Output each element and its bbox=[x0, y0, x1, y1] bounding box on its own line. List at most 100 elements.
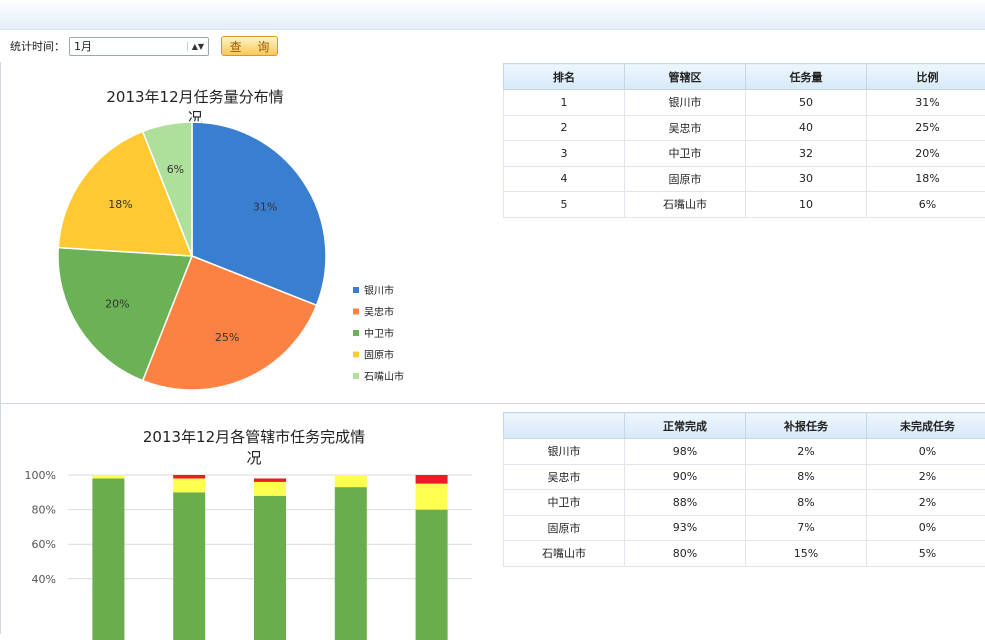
table-cell: 石嘴山市 bbox=[504, 541, 625, 567]
table-row: 3中卫市3220% bbox=[504, 141, 985, 167]
table-cell: 吴忠市 bbox=[625, 115, 746, 141]
column-header: 排名 bbox=[504, 64, 625, 90]
table-row: 银川市98%2%0% bbox=[504, 439, 985, 465]
table-cell: 5 bbox=[504, 192, 625, 218]
column-header bbox=[504, 413, 625, 439]
task-ranking-table: 排名管辖区任务量比例 1银川市5031%2吴忠市4025%3中卫市3220%4固… bbox=[503, 63, 985, 218]
table-cell: 8% bbox=[746, 490, 867, 516]
legend-label: 银川市 bbox=[364, 284, 394, 297]
table-cell: 石嘴山市 bbox=[625, 192, 746, 218]
bar-segment bbox=[254, 482, 286, 496]
table-cell: 8% bbox=[746, 464, 867, 490]
y-tick-label: 40% bbox=[32, 573, 56, 586]
table-row: 5石嘴山市106% bbox=[504, 192, 985, 218]
table-cell: 5% bbox=[867, 541, 985, 567]
table-cell: 80% bbox=[625, 541, 746, 567]
bar-segment bbox=[416, 510, 448, 640]
filter-bar: 统计时间： 1月 ▲▼ 查 询 bbox=[0, 30, 985, 62]
table-cell: 7% bbox=[746, 515, 867, 541]
table-cell: 30 bbox=[746, 166, 867, 192]
column-header: 补报任务 bbox=[746, 413, 867, 439]
bar-segment bbox=[416, 475, 448, 484]
table-header-row: 正常完成补报任务未完成任务 bbox=[504, 413, 985, 439]
legend-label: 中卫市 bbox=[364, 327, 394, 340]
table-row: 中卫市88%8%2% bbox=[504, 490, 985, 516]
table-cell: 中卫市 bbox=[625, 141, 746, 167]
legend-label: 石嘴山市 bbox=[364, 370, 404, 383]
legend-label: 固原市 bbox=[364, 349, 394, 362]
table-cell: 98% bbox=[625, 439, 746, 465]
y-tick-label: 80% bbox=[32, 504, 56, 517]
month-select-value: 1月 bbox=[74, 38, 92, 54]
bar-segment bbox=[92, 475, 124, 478]
table-cell: 18% bbox=[867, 166, 985, 192]
completion-table: 正常完成补报任务未完成任务 银川市98%2%0%吴忠市90%8%2%中卫市88%… bbox=[503, 412, 985, 567]
table-cell: 银川市 bbox=[625, 90, 746, 116]
table-cell: 32 bbox=[746, 141, 867, 167]
column-header: 未完成任务 bbox=[867, 413, 985, 439]
table-cell: 25% bbox=[867, 115, 985, 141]
table-cell: 2% bbox=[867, 464, 985, 490]
table-header-row: 排名管辖区任务量比例 bbox=[504, 64, 985, 90]
stacked-bar-chart: 40%60%80%100%120% bbox=[10, 450, 490, 640]
bar-segment bbox=[173, 492, 205, 640]
bar-segment bbox=[254, 478, 286, 481]
table-cell: 90% bbox=[625, 464, 746, 490]
y-tick-label: 60% bbox=[32, 538, 56, 551]
table-row: 吴忠市90%8%2% bbox=[504, 464, 985, 490]
table-cell: 2% bbox=[746, 439, 867, 465]
table-cell: 中卫市 bbox=[504, 490, 625, 516]
stat-time-label: 统计时间： bbox=[10, 38, 65, 54]
table-cell: 50 bbox=[746, 90, 867, 116]
bar-segment bbox=[173, 478, 205, 492]
table-cell: 40 bbox=[746, 115, 867, 141]
bar-segment bbox=[416, 484, 448, 510]
legend-swatch bbox=[353, 373, 359, 379]
pie-slice-label: 18% bbox=[108, 198, 132, 211]
column-header: 正常完成 bbox=[625, 413, 746, 439]
table-cell: 2 bbox=[504, 115, 625, 141]
table-cell: 2% bbox=[867, 490, 985, 516]
legend-swatch bbox=[353, 330, 359, 336]
table-cell: 固原市 bbox=[504, 515, 625, 541]
month-select[interactable]: 1月 ▲▼ bbox=[69, 37, 209, 56]
table-cell: 固原市 bbox=[625, 166, 746, 192]
bar-segment bbox=[254, 496, 286, 640]
table-cell: 0% bbox=[867, 515, 985, 541]
legend-swatch bbox=[353, 287, 359, 293]
pie-slice-label: 20% bbox=[105, 297, 129, 310]
pie-slice-label: 31% bbox=[253, 200, 277, 213]
table-row: 固原市93%7%0% bbox=[504, 515, 985, 541]
table-cell: 6% bbox=[867, 192, 985, 218]
top-header-bar bbox=[0, 0, 985, 30]
column-header: 管辖区 bbox=[625, 64, 746, 90]
y-tick-label: 100% bbox=[25, 469, 56, 482]
column-header: 任务量 bbox=[746, 64, 867, 90]
legend-label: 吴忠市 bbox=[364, 306, 394, 319]
table-row: 4固原市3018% bbox=[504, 166, 985, 192]
bar-segment bbox=[173, 475, 205, 478]
query-button[interactable]: 查 询 bbox=[221, 36, 278, 56]
table-cell: 31% bbox=[867, 90, 985, 116]
column-header: 比例 bbox=[867, 64, 985, 90]
pie-slice-label: 6% bbox=[167, 163, 184, 176]
table-row: 2吴忠市4025% bbox=[504, 115, 985, 141]
table-cell: 10 bbox=[746, 192, 867, 218]
table-cell: 银川市 bbox=[504, 439, 625, 465]
legend-swatch bbox=[353, 309, 359, 315]
bar-segment bbox=[335, 475, 367, 487]
table-cell: 20% bbox=[867, 141, 985, 167]
table-cell: 4 bbox=[504, 166, 625, 192]
table-row: 1银川市5031% bbox=[504, 90, 985, 116]
pie-slice-label: 25% bbox=[215, 331, 239, 344]
pie-chart: 31% 25% 20% 18% 6% 银川市吴忠市中卫市固原市石嘴山市 bbox=[10, 110, 490, 450]
table-cell: 0% bbox=[867, 439, 985, 465]
table-cell: 88% bbox=[625, 490, 746, 516]
legend-swatch bbox=[353, 352, 359, 358]
table-cell: 15% bbox=[746, 541, 867, 567]
table-cell: 吴忠市 bbox=[504, 464, 625, 490]
table-cell: 1 bbox=[504, 90, 625, 116]
bar-segment bbox=[335, 487, 367, 640]
panel-left-border bbox=[0, 62, 1, 634]
table-cell: 3 bbox=[504, 141, 625, 167]
